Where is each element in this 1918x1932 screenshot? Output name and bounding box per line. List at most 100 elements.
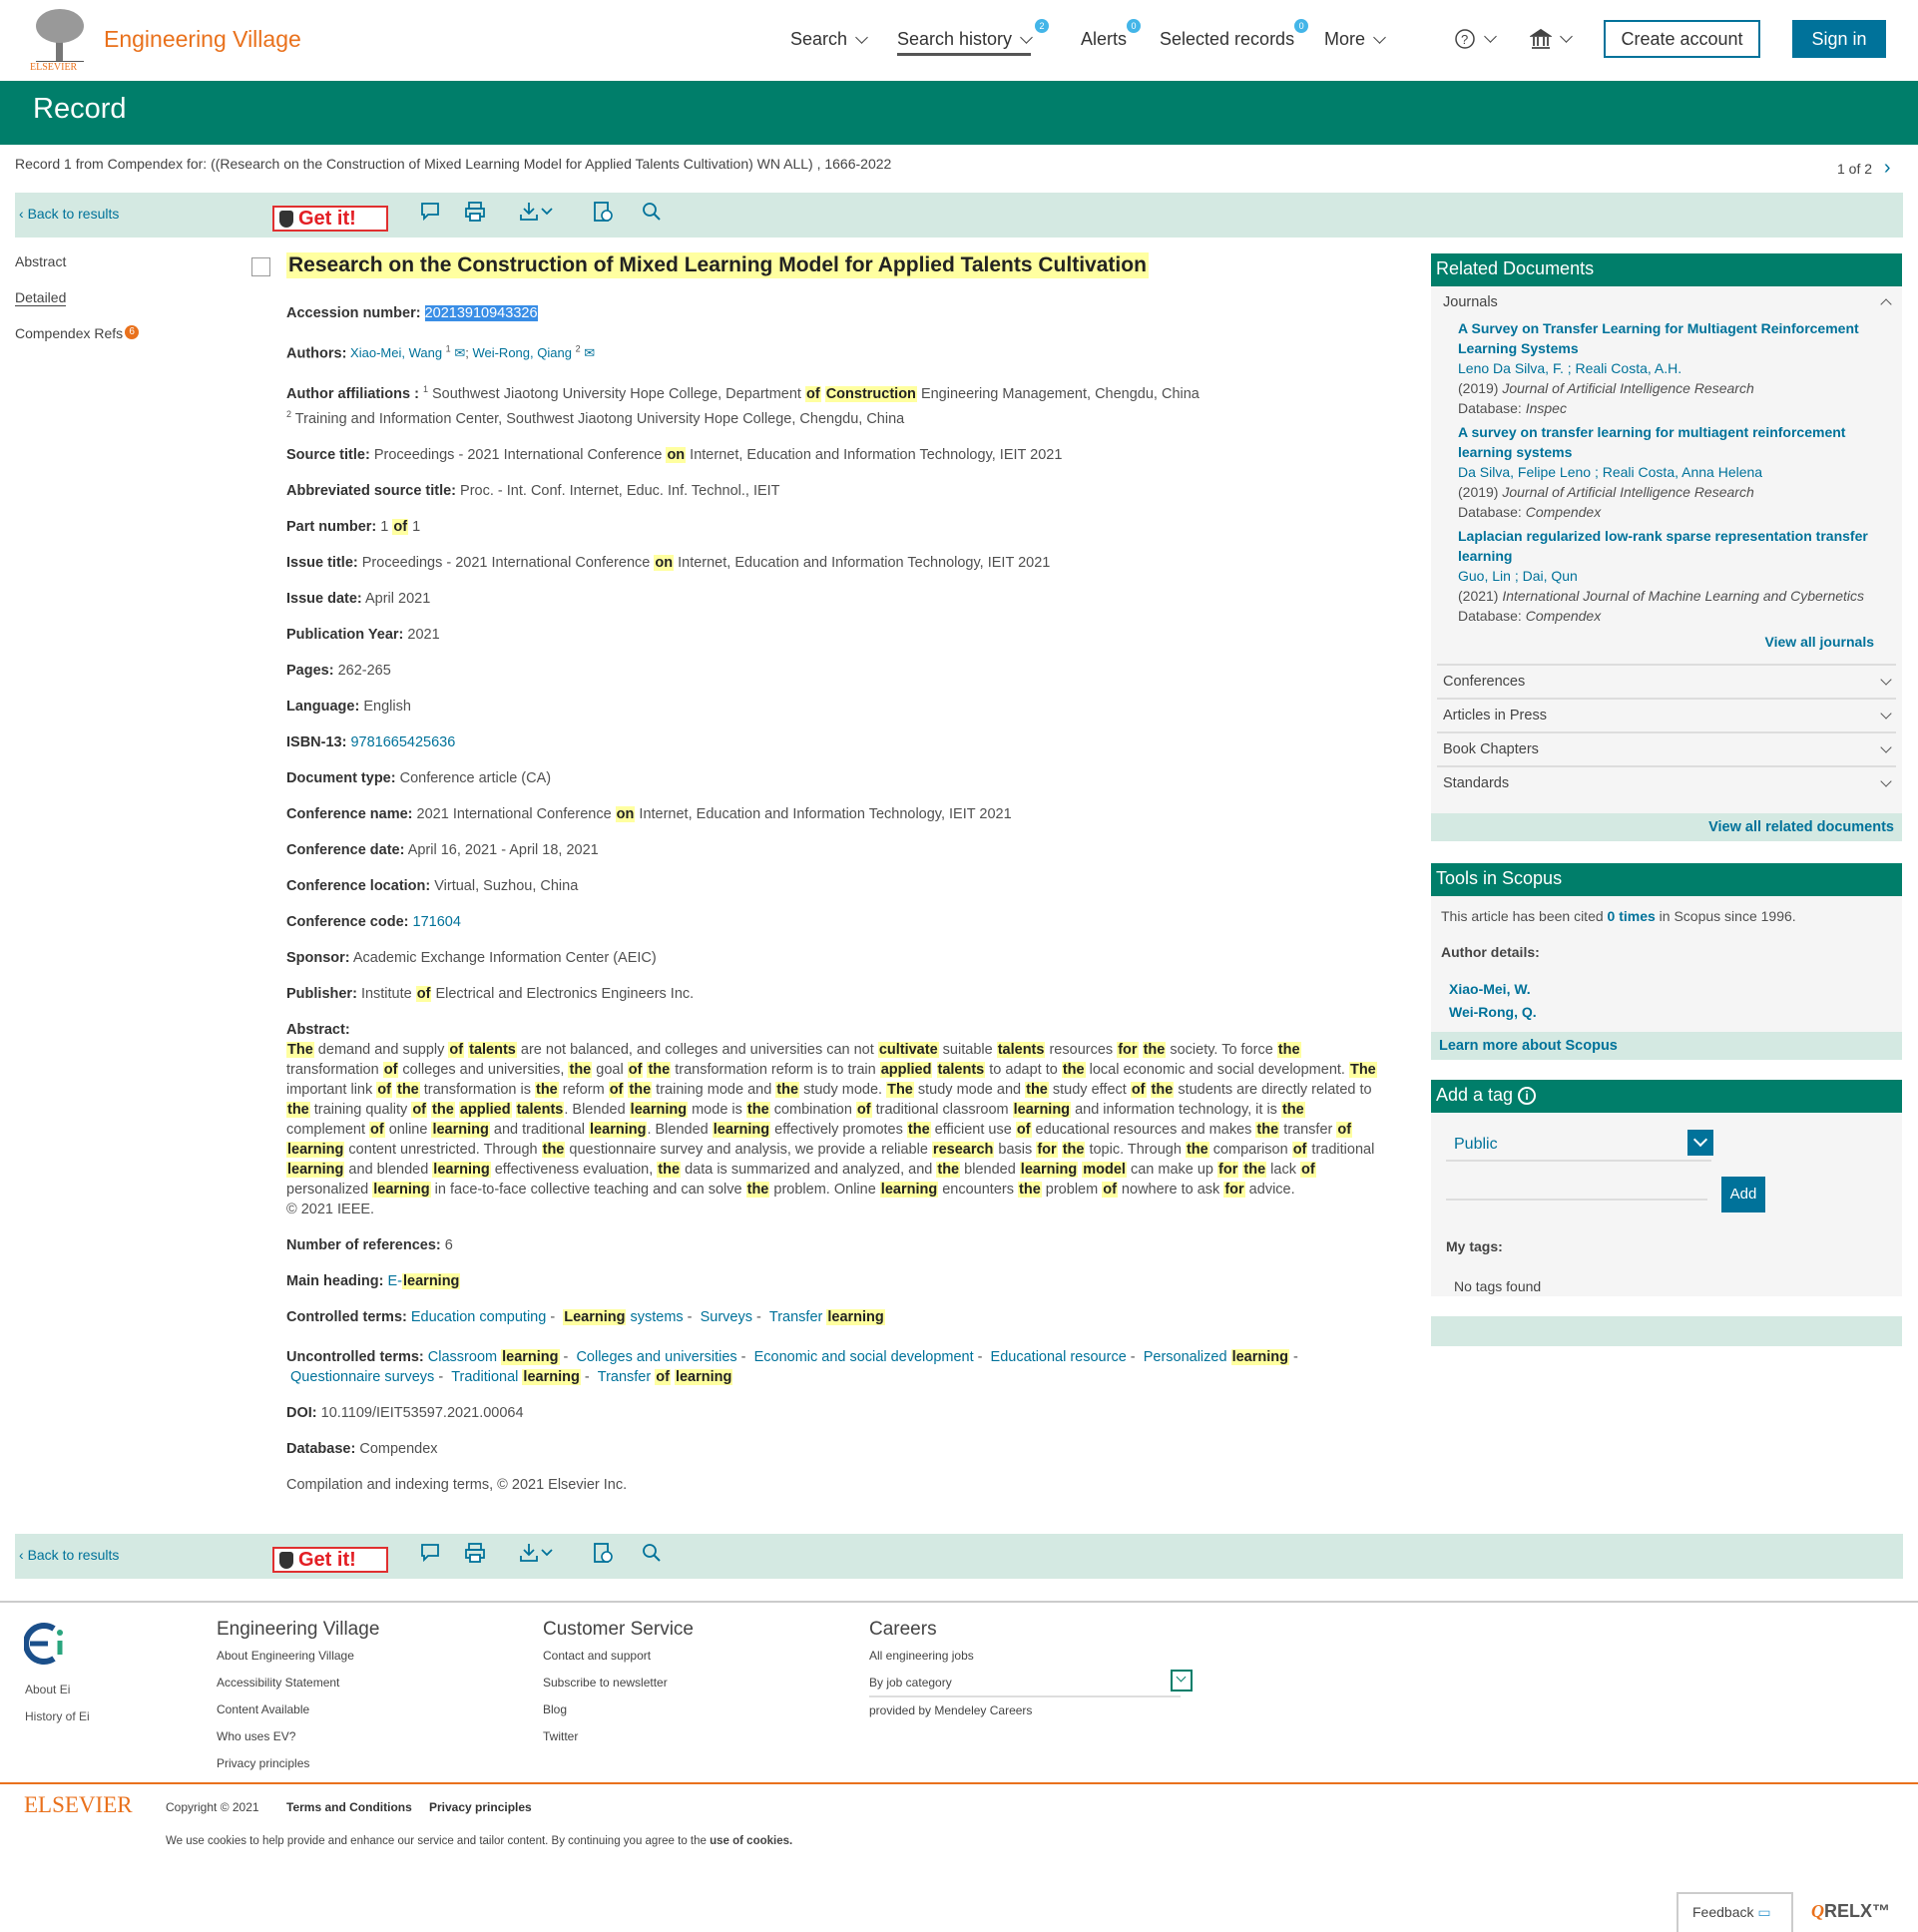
footer-link[interactable]: About Ei: [25, 1677, 90, 1703]
footer-link[interactable]: Subscribe to newsletter: [543, 1676, 694, 1702]
field-link[interactable]: 171604: [413, 914, 461, 930]
related-db: Compendex: [1525, 608, 1602, 624]
footer-link[interactable]: Contact and support: [543, 1649, 694, 1676]
nav-alerts[interactable]: Alerts 0: [1081, 19, 1142, 50]
related-section-toggle[interactable]: Book Chapters: [1437, 731, 1896, 765]
view-all-journals-link[interactable]: View all journals: [1765, 634, 1874, 650]
footer-link[interactable]: Who uses EV?: [217, 1729, 379, 1756]
field-row: Source title: Proceedings - 2021 Interna…: [286, 445, 1384, 465]
term-link[interactable]: Learning systems: [563, 1308, 684, 1325]
related-section-toggle[interactable]: Articles in Press: [1437, 698, 1896, 731]
footer-link[interactable]: Twitter: [543, 1729, 694, 1756]
term-link[interactable]: Questionnaire surveys: [290, 1369, 434, 1385]
select-record-checkbox[interactable]: [251, 257, 270, 276]
view-all-related-link[interactable]: View all related documents: [1708, 819, 1894, 835]
author-link[interactable]: Xiao-Mei, Wang: [350, 345, 442, 360]
job-category-select[interactable]: By job category: [869, 1670, 1193, 1697]
save-to-folder-icon[interactable]: [592, 201, 628, 225]
authors-field: Authors: Xiao-Mei, Wang 1 ✉; Wei-Rong, Q…: [286, 339, 1384, 363]
get-it-button[interactable]: Get it!: [272, 1547, 388, 1573]
save-to-folder-icon[interactable]: [592, 1542, 628, 1566]
footer-link[interactable]: Privacy principles: [217, 1756, 379, 1783]
tag-input[interactable]: [1446, 1173, 1707, 1201]
footer-link[interactable]: About Engineering Village: [217, 1649, 379, 1676]
related-title-link[interactable]: Laplacian regularized low-rank sparse re…: [1458, 526, 1868, 566]
institution-menu[interactable]: [1530, 28, 1573, 50]
back-to-results-link[interactable]: ‹ Back to results: [19, 1547, 119, 1563]
left-nav-compendex-refs[interactable]: Compendex Refs 6: [15, 325, 140, 341]
comment-icon[interactable]: [419, 201, 455, 225]
left-nav-abstract[interactable]: Abstract: [15, 253, 66, 269]
term-link[interactable]: Educational resource: [991, 1349, 1127, 1365]
field-label: Abstract:: [286, 1021, 350, 1038]
feedback-button[interactable]: Feedback ▭: [1677, 1892, 1793, 1932]
term-link[interactable]: Classroom learning: [428, 1348, 560, 1365]
search-icon[interactable]: [641, 1542, 677, 1566]
footer-link[interactable]: History of Ei: [25, 1703, 90, 1730]
field-label: Pages:: [286, 662, 334, 679]
related-authors[interactable]: Da Silva, Felipe Leno ; Reali Costa, Ann…: [1458, 462, 1868, 482]
back-to-results-link[interactable]: ‹ Back to results: [19, 206, 119, 222]
scopus-author-link[interactable]: Wei-Rong, Q.: [1449, 1001, 1892, 1024]
main-heading-link[interactable]: E-learning: [388, 1272, 461, 1289]
term-link[interactable]: Traditional learning: [451, 1368, 581, 1385]
comment-icon[interactable]: [419, 1542, 455, 1566]
term-link[interactable]: Surveys: [701, 1309, 752, 1325]
email-icon[interactable]: ✉: [454, 345, 465, 360]
shield-icon: [279, 1552, 293, 1569]
related-authors[interactable]: Guo, Lin ; Dai, Qun: [1458, 566, 1868, 586]
terms-link[interactable]: Terms and Conditions: [286, 1800, 412, 1814]
footer-link[interactable]: Content Available: [217, 1702, 379, 1729]
term-link[interactable]: Transfer of learning: [598, 1368, 733, 1385]
next-record-icon[interactable]: ›: [1884, 157, 1891, 179]
nav-selected-records[interactable]: Selected records 0: [1160, 19, 1309, 50]
author-link[interactable]: Wei-Rong, Qiang: [472, 345, 571, 360]
journals-toggle[interactable]: Journals: [1437, 286, 1896, 318]
nav-label: Selected records: [1160, 29, 1295, 49]
related-title-link[interactable]: A survey on transfer learning for multia…: [1458, 422, 1868, 462]
term-link[interactable]: Economic and social development: [754, 1349, 974, 1365]
right-panel: Related Documents Journals A Survey on T…: [1431, 253, 1902, 1346]
get-it-button[interactable]: Get it!: [272, 206, 388, 232]
search-icon[interactable]: [641, 201, 677, 225]
cookies-link[interactable]: use of cookies.: [710, 1835, 792, 1847]
related-section-toggle[interactable]: Conferences: [1437, 664, 1896, 698]
term-link[interactable]: Personalized learning: [1144, 1348, 1289, 1365]
term-link[interactable]: Transfer learning: [769, 1308, 885, 1325]
term-link[interactable]: Education computing: [411, 1309, 546, 1325]
field-link[interactable]: 9781665425636: [350, 734, 455, 750]
info-icon[interactable]: i: [1518, 1087, 1537, 1106]
elsevier-logo[interactable]: ELSEVIER: [24, 1792, 133, 1818]
field-label: Conference location:: [286, 877, 431, 894]
left-nav-detailed[interactable]: Detailed: [15, 289, 67, 306]
scopus-author-link[interactable]: Xiao-Mei, W.: [1449, 978, 1892, 1001]
footer-link[interactable]: Blog: [543, 1702, 694, 1729]
learn-scopus-link[interactable]: Learn more about Scopus: [1439, 1038, 1618, 1054]
help-menu[interactable]: ?: [1454, 28, 1497, 50]
term-link[interactable]: Colleges and universities: [576, 1349, 736, 1365]
related-section-toggle[interactable]: Standards: [1437, 765, 1896, 799]
print-icon[interactable]: [464, 1542, 500, 1566]
print-icon[interactable]: [464, 201, 500, 225]
brand-link[interactable]: Engineering Village: [104, 26, 301, 53]
accession-number[interactable]: 20213910943326: [424, 305, 538, 321]
add-tag-button[interactable]: Add: [1721, 1177, 1765, 1212]
privacy-link[interactable]: Privacy principles: [429, 1800, 532, 1814]
create-account-button[interactable]: Create account: [1604, 20, 1760, 58]
related-authors[interactable]: Leno Da Silva, F. ; Reali Costa, A.H.: [1458, 358, 1868, 378]
nav-search-history[interactable]: Search history 2: [897, 19, 1050, 56]
section-label: Book Chapters: [1443, 741, 1539, 757]
sign-in-button[interactable]: Sign in: [1792, 20, 1886, 58]
download-icon[interactable]: [518, 201, 554, 225]
footer-link[interactable]: Accessibility Statement: [217, 1676, 379, 1702]
tag-visibility-select[interactable]: Public: [1446, 1130, 1713, 1162]
legal-footer: ELSEVIER Copyright © 2021 Terms and Cond…: [0, 1782, 1918, 1932]
related-title-link[interactable]: A Survey on Transfer Learning for Multia…: [1458, 318, 1868, 358]
nav-search[interactable]: Search: [790, 29, 868, 50]
email-icon[interactable]: ✉: [584, 345, 595, 360]
footer-link[interactable]: All engineering jobs: [869, 1649, 1181, 1676]
cited-times-link[interactable]: 0 times: [1608, 908, 1656, 924]
nav-more[interactable]: More: [1324, 29, 1386, 50]
download-icon[interactable]: [518, 1542, 554, 1566]
